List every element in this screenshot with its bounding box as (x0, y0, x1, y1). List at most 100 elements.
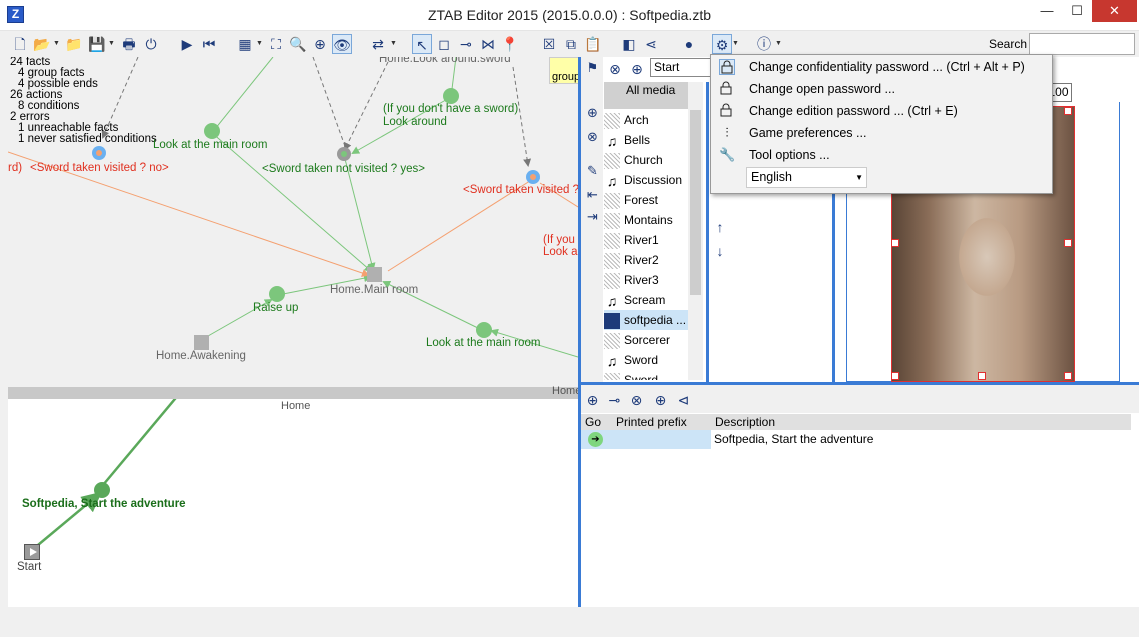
resize-handle[interactable] (891, 239, 899, 247)
chevron-down-icon[interactable]: ▼ (390, 40, 397, 47)
column-header-description[interactable]: Description (715, 414, 775, 430)
save-icon[interactable]: 💾 (87, 34, 107, 54)
resize-handle[interactable] (1064, 107, 1072, 115)
media-item[interactable]: ♫ Bells (604, 130, 690, 150)
media-item[interactable]: softpedia ... (604, 310, 690, 330)
resize-handle[interactable] (978, 372, 986, 380)
action-label[interactable]: (If you don't have a sword) (383, 103, 518, 115)
media-item[interactable]: ♫ Discussion (604, 170, 690, 190)
condition-label[interactable]: <Sword taken visited ? no> (30, 162, 169, 174)
column-header-go[interactable]: Go (585, 414, 601, 430)
media-item[interactable]: ♫ Sword (604, 350, 690, 370)
media-item[interactable]: Forest (604, 190, 690, 210)
open-folder-icon[interactable]: 📂 (32, 34, 52, 54)
add-link-icon[interactable]: ⊸ (606, 392, 623, 409)
group-tag[interactable]: group (549, 57, 580, 84)
horizontal-splitter[interactable] (581, 382, 1139, 385)
condition-label[interactable]: (If you (543, 234, 575, 246)
description-cell[interactable]: Softpedia, Start the adventure (714, 430, 873, 449)
arrow-up-icon[interactable]: ↑ (710, 217, 730, 237)
resize-handle[interactable] (1064, 372, 1072, 380)
condition-label[interactable]: rd) (8, 162, 22, 174)
column-header-prefix[interactable]: Printed prefix (616, 414, 687, 430)
delete-box-icon[interactable]: ☒ (539, 34, 559, 54)
flag-icon[interactable]: ⚑ (584, 59, 601, 76)
remove-circle-icon[interactable]: ⊗ (605, 59, 625, 79)
start-field[interactable]: Start (650, 58, 712, 77)
media-item[interactable]: Arch (604, 110, 690, 130)
menu-item-game-preferences[interactable]: ⫶ Game preferences ... (711, 122, 1052, 144)
media-item[interactable]: River2 (604, 250, 690, 270)
copy-icon[interactable]: ⧉ (561, 34, 581, 54)
media-item[interactable]: ♫ Scream (604, 290, 690, 310)
chevron-down-icon[interactable]: ▼ (108, 40, 115, 47)
column-splitter[interactable] (706, 82, 709, 382)
graph-canvas[interactable]: 24 facts 4 group facts 4 possible ends 2… (8, 57, 578, 387)
action-label[interactable]: Raise up (253, 302, 298, 314)
zoom-icon[interactable]: 🔍 (288, 34, 308, 54)
pencil-icon[interactable]: ✎ (584, 162, 601, 179)
alert-icon[interactable]: ⓘ (754, 34, 774, 54)
location-pin-icon[interactable]: 📍 (500, 34, 520, 54)
chevron-down-icon[interactable]: ▼ (732, 40, 739, 47)
layers-icon[interactable]: ◧ (619, 34, 639, 54)
resize-handle[interactable] (891, 372, 899, 380)
condition-label[interactable]: <Sword taken visited ? (463, 184, 578, 196)
remove-circle-icon[interactable]: ⊗ (584, 128, 601, 145)
media-item[interactable]: Church (604, 150, 690, 170)
action-label[interactable]: Look at the main room (153, 139, 267, 151)
add-circle-icon[interactable]: ⊕ (584, 104, 601, 121)
action-label[interactable]: Look around (383, 116, 447, 128)
chevron-down-icon[interactable]: ▼ (775, 40, 782, 47)
close-button[interactable]: ✕ (1092, 0, 1137, 22)
lower-graph-canvas[interactable]: Home Softpedia, Start the adventure Star… (8, 399, 578, 607)
add-link-icon[interactable]: ⊸ (456, 34, 476, 54)
connect-icon[interactable]: ⋈ (478, 34, 498, 54)
language-select[interactable]: English ▼ (746, 167, 867, 188)
folder-icon[interactable]: 📁 (64, 34, 84, 54)
share-icon[interactable]: ⋖ (641, 34, 661, 54)
step-back-icon[interactable]: ⏮ (199, 34, 219, 54)
search-input[interactable] (1029, 33, 1135, 55)
export-icon[interactable]: ⇥ (584, 208, 601, 225)
media-item[interactable]: River1 (604, 230, 690, 250)
crosshair-icon[interactable]: ⊕ (652, 392, 669, 409)
menu-item-tool-options[interactable]: 🔧 Tool options ... (711, 144, 1052, 166)
node-label[interactable]: Home.Look around.sword (379, 57, 511, 65)
paste-icon[interactable]: 📋 (583, 34, 603, 54)
node-label[interactable]: Home.Awakening (156, 350, 246, 362)
power-icon[interactable]: ⏻ (141, 34, 161, 54)
media-item[interactable]: River3 (604, 270, 690, 290)
crosshair-icon[interactable]: ⊕ (627, 59, 647, 79)
menu-item-open-password[interactable]: Change open password ... (711, 78, 1052, 100)
add-node-icon[interactable]: ◻ (434, 34, 454, 54)
node-label[interactable]: Home.Main room (330, 284, 418, 296)
maximize-button[interactable]: ☐ (1062, 0, 1092, 22)
resize-handle[interactable] (1064, 239, 1072, 247)
menu-item-confidentiality-password[interactable]: Change confidentiality password ... (Ctr… (711, 56, 1052, 78)
condition-label[interactable]: Look ar (543, 246, 578, 258)
chevron-down-icon[interactable]: ▼ (53, 40, 60, 47)
arrow-down-icon[interactable]: ↓ (710, 241, 730, 261)
gear-icon[interactable]: ⚙ (712, 34, 732, 54)
action-label[interactable]: Softpedia, Start the adventure (22, 498, 186, 510)
new-file-icon[interactable]: 🗋 (10, 34, 30, 54)
remove-circle-icon[interactable]: ⊗ (628, 392, 645, 409)
condition-label[interactable]: <Sword taken not visited ? yes> (262, 163, 425, 175)
mask-icon[interactable]: ● (679, 34, 699, 54)
go-arrow-icon[interactable]: ➔ (588, 432, 603, 447)
menu-item-edition-password[interactable]: Change edition password ... (Ctrl + E) (711, 100, 1052, 122)
add-circle-icon[interactable]: ⊕ (584, 392, 601, 409)
play-icon[interactable]: ▶ (177, 34, 197, 54)
splitter-bar[interactable] (8, 387, 578, 399)
print-icon[interactable]: 🖶 (119, 34, 139, 54)
scrollbar-thumb[interactable] (690, 110, 701, 295)
action-label[interactable]: Look at the main room (426, 337, 540, 349)
media-item[interactable]: Sword (604, 370, 690, 380)
media-item[interactable]: Sorcerer (604, 330, 690, 350)
import-icon[interactable]: ⇤ (584, 186, 601, 203)
start-node-icon[interactable] (24, 544, 40, 560)
media-item[interactable]: Montains (604, 210, 690, 230)
table-row[interactable]: ➔ Softpedia, Start the adventure (581, 430, 1131, 449)
pointer-icon[interactable]: ↖ (412, 34, 432, 54)
